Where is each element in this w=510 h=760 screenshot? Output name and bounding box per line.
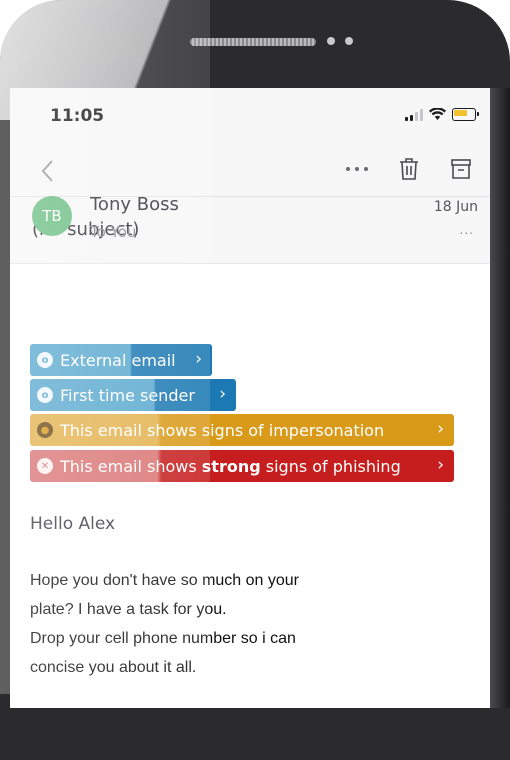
banner-label-end: signs of phishing xyxy=(260,456,401,476)
avatar-initials: TB xyxy=(42,207,62,225)
banner-label: External email xyxy=(60,350,176,370)
info-icon: o xyxy=(37,352,53,368)
message-more-button[interactable]: ... xyxy=(460,223,474,237)
body-line: plate? I have a task for you. xyxy=(30,601,227,618)
banner-label: First time sender xyxy=(60,385,195,405)
speaker-grille xyxy=(190,38,316,46)
body-line: Drop your cell phone number so i can xyxy=(30,630,296,647)
banner-phishing[interactable]: ✕ This email shows strong signs of phish… xyxy=(30,450,454,482)
body-line: concise you about it all. xyxy=(30,659,197,676)
banner-external-email[interactable]: o External email › xyxy=(30,344,212,376)
chevron-right-icon: › xyxy=(195,349,202,369)
chevron-right-icon: › xyxy=(219,384,226,404)
email-date: 18 Jun xyxy=(433,199,478,215)
email-body: Hope you don't have so much on your plat… xyxy=(30,566,299,682)
banner-label-strong: strong xyxy=(201,456,261,476)
email-greeting: Hello Alex xyxy=(30,514,116,534)
info-icon: o xyxy=(37,387,53,403)
sender-name[interactable]: Tony Boss xyxy=(90,194,179,215)
banner-label-start: This email shows xyxy=(60,456,202,476)
phone-side-edge xyxy=(490,88,510,708)
sensor-dot xyxy=(345,37,353,45)
banner-first-time-sender[interactable]: o First time sender › xyxy=(30,379,236,411)
camera-dot xyxy=(327,37,335,45)
message-area: TB Tony Boss To You 18 Jun ... o Externa… xyxy=(10,88,490,708)
chevron-right-icon: › xyxy=(437,455,444,475)
chevron-right-icon: › xyxy=(437,419,444,439)
banner-label: This email shows signs of impersonation xyxy=(60,420,385,440)
recipient-label[interactable]: To You xyxy=(90,223,136,241)
avatar[interactable]: TB xyxy=(32,196,72,236)
body-line: Hope you don't have so much on your xyxy=(30,572,299,589)
mask-icon: ● xyxy=(37,422,53,438)
banner-impersonation[interactable]: ● This email shows signs of impersonatio… xyxy=(30,414,454,446)
x-circle-icon: ✕ xyxy=(37,458,53,474)
